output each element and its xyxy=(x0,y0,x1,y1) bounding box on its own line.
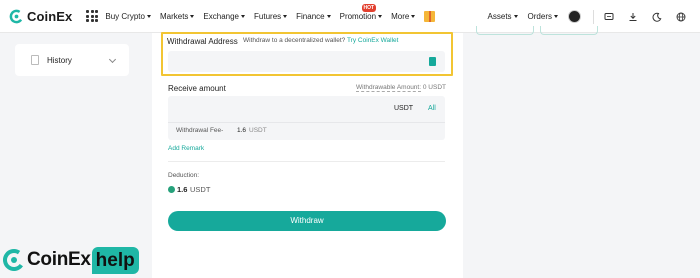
caret-down-icon xyxy=(554,15,558,19)
nav-promotion[interactable]: Promotion HOT xyxy=(340,3,383,21)
nav-more[interactable]: More xyxy=(391,12,416,21)
coinex-help-watermark: CoinEx help xyxy=(0,242,139,278)
caret-down-icon xyxy=(378,14,383,18)
coinex-logo-icon xyxy=(9,9,24,23)
nav-assets[interactable]: Assets xyxy=(488,12,518,21)
gift-icon[interactable] xyxy=(424,10,436,22)
apps-grid-icon[interactable] xyxy=(86,10,99,22)
caret-down-icon xyxy=(241,14,246,18)
receive-amount-label: Receive amount xyxy=(168,84,226,93)
download-icon[interactable] xyxy=(628,12,638,22)
sidebar-item-label: History xyxy=(47,55,72,65)
amount-unit: USDT xyxy=(394,105,414,112)
caret-down-icon xyxy=(411,14,416,18)
main-nav: Buy Crypto Markets Exchange Futures Fina… xyxy=(105,3,436,22)
deduction-unit: USDT xyxy=(190,185,211,194)
withdrawable-amount: Withdrawable Amount: 0 USDT xyxy=(356,84,446,92)
all-button[interactable]: All xyxy=(428,105,436,112)
moon-icon[interactable] xyxy=(652,12,662,22)
watermark-help: help xyxy=(91,246,139,274)
divider xyxy=(168,161,445,162)
highlight-frame xyxy=(161,32,453,76)
coinex-logo-icon xyxy=(3,249,25,271)
deduction-value: 1.6 xyxy=(177,185,188,194)
hot-badge: HOT xyxy=(361,3,377,12)
caret-down-icon xyxy=(326,14,331,18)
faded-button-left[interactable] xyxy=(476,26,534,35)
withdrawal-fee-label: Withdrawal Fee- xyxy=(176,127,224,134)
coinex-logo[interactable]: CoinEx xyxy=(9,9,72,24)
withdrawal-fee-value: 1.6 xyxy=(237,127,247,134)
sidebar-item-history[interactable]: History xyxy=(15,44,129,76)
nav-orders[interactable]: Orders xyxy=(528,12,558,21)
nav-futures[interactable]: Futures xyxy=(254,12,288,21)
watermark-brand: CoinEx xyxy=(27,249,91,270)
avatar[interactable] xyxy=(568,10,581,23)
caret-down-icon xyxy=(190,14,195,18)
usdt-coin-icon xyxy=(168,186,175,193)
nav-finance[interactable]: Finance xyxy=(296,12,331,21)
withdrawal-fee-unit: USDT xyxy=(249,127,267,134)
nav-buy-crypto[interactable]: Buy Crypto xyxy=(105,12,151,21)
nav-markets[interactable]: Markets xyxy=(160,12,195,21)
withdraw-button[interactable]: Withdraw xyxy=(168,211,446,231)
document-icon xyxy=(31,55,39,65)
faded-button-right[interactable] xyxy=(540,26,598,35)
globe-icon[interactable] xyxy=(676,12,686,22)
deduction-label: Deduction: xyxy=(168,172,200,179)
add-remark-link[interactable]: Add Remark xyxy=(168,145,204,152)
brand-name: CoinEx xyxy=(27,8,73,24)
caret-down-icon xyxy=(283,14,288,18)
message-icon[interactable] xyxy=(604,12,614,22)
nav-exchange[interactable]: Exchange xyxy=(203,12,246,21)
caret-down-icon xyxy=(513,15,518,19)
caret-down-icon xyxy=(146,14,151,18)
divider xyxy=(593,9,594,24)
chevron-down-icon xyxy=(108,55,117,64)
